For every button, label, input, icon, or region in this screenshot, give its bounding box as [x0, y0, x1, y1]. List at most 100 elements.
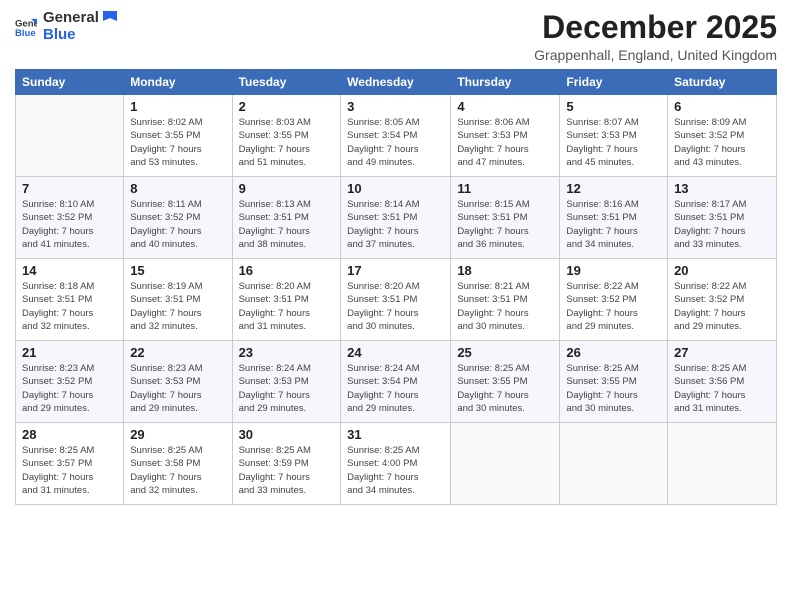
table-row [668, 423, 777, 505]
day-info: Sunrise: 8:03 AMSunset: 3:55 PMDaylight:… [239, 116, 335, 169]
calendar-table: Sunday Monday Tuesday Wednesday Thursday… [15, 69, 777, 505]
calendar-week-4: 21 Sunrise: 8:23 AMSunset: 3:52 PMDayligh… [16, 341, 777, 423]
day-number: 6 [674, 99, 770, 114]
day-number: 21 [22, 345, 117, 360]
table-row: 20 Sunrise: 8:22 AMSunset: 3:52 PMDayligh… [668, 259, 777, 341]
col-thursday: Thursday [451, 70, 560, 95]
day-info: Sunrise: 8:16 AMSunset: 3:51 PMDaylight:… [566, 198, 661, 251]
col-wednesday: Wednesday [341, 70, 451, 95]
logo: General Blue General Blue [15, 10, 119, 43]
day-info: Sunrise: 8:23 AMSunset: 3:52 PMDaylight:… [22, 362, 117, 415]
main-title: December 2025 [534, 10, 777, 45]
day-info: Sunrise: 8:14 AMSunset: 3:51 PMDaylight:… [347, 198, 444, 251]
day-info: Sunrise: 8:25 AMSunset: 3:57 PMDaylight:… [22, 444, 117, 497]
day-info: Sunrise: 8:21 AMSunset: 3:51 PMDaylight:… [457, 280, 553, 333]
table-row: 6 Sunrise: 8:09 AMSunset: 3:52 PMDaylight… [668, 95, 777, 177]
day-number: 18 [457, 263, 553, 278]
subtitle: Grappenhall, England, United Kingdom [534, 47, 777, 63]
day-info: Sunrise: 8:25 AMSunset: 3:56 PMDaylight:… [674, 362, 770, 415]
col-friday: Friday [560, 70, 668, 95]
table-row: 5 Sunrise: 8:07 AMSunset: 3:53 PMDaylight… [560, 95, 668, 177]
table-row: 23 Sunrise: 8:24 AMSunset: 3:53 PMDayligh… [232, 341, 341, 423]
logo-general-text: General [43, 10, 99, 27]
table-row [16, 95, 124, 177]
table-row: 4 Sunrise: 8:06 AMSunset: 3:53 PMDaylight… [451, 95, 560, 177]
day-info: Sunrise: 8:17 AMSunset: 3:51 PMDaylight:… [674, 198, 770, 251]
day-info: Sunrise: 8:23 AMSunset: 3:53 PMDaylight:… [130, 362, 225, 415]
day-number: 23 [239, 345, 335, 360]
day-number: 28 [22, 427, 117, 442]
day-number: 24 [347, 345, 444, 360]
day-number: 5 [566, 99, 661, 114]
day-number: 19 [566, 263, 661, 278]
day-number: 30 [239, 427, 335, 442]
day-number: 17 [347, 263, 444, 278]
table-row: 25Sunrise: 8:25 AMSunset: 3:55 PMDayligh… [451, 341, 560, 423]
table-row: 18 Sunrise: 8:21 AMSunset: 3:51 PMDayligh… [451, 259, 560, 341]
day-number: 25 [457, 345, 553, 360]
day-number: 20 [674, 263, 770, 278]
table-row: 8 Sunrise: 8:11 AMSunset: 3:52 PMDaylight… [124, 177, 232, 259]
table-row: 22 Sunrise: 8:23 AMSunset: 3:53 PMDayligh… [124, 341, 232, 423]
table-row: 15 Sunrise: 8:19 AMSunset: 3:51 PMDayligh… [124, 259, 232, 341]
table-row: 11 Sunrise: 8:15 AMSunset: 3:51 PMDayligh… [451, 177, 560, 259]
table-row: 14Sunrise: 8:18 AMSunset: 3:51 PMDayligh… [16, 259, 124, 341]
day-info: Sunrise: 8:20 AMSunset: 3:51 PMDaylight:… [239, 280, 335, 333]
day-number: 31 [347, 427, 444, 442]
calendar-header-row: Sunday Monday Tuesday Wednesday Thursday… [16, 70, 777, 95]
day-number: 2 [239, 99, 335, 114]
table-row: 3 Sunrise: 8:05 AMSunset: 3:54 PMDaylight… [341, 95, 451, 177]
day-number: 14 [22, 263, 117, 278]
day-number: 4 [457, 99, 553, 114]
calendar-week-5: 28 Sunrise: 8:25 AMSunset: 3:57 PMDayligh… [16, 423, 777, 505]
table-row: 17Sunrise: 8:20 AMSunset: 3:51 PMDayligh… [341, 259, 451, 341]
col-saturday: Saturday [668, 70, 777, 95]
day-info: Sunrise: 8:02 AMSunset: 3:55 PMDaylight:… [130, 116, 225, 169]
table-row: 9 Sunrise: 8:13 AMSunset: 3:51 PMDaylight… [232, 177, 341, 259]
generalblue-icon: General Blue [15, 16, 37, 38]
day-number: 16 [239, 263, 335, 278]
day-info: Sunrise: 8:07 AMSunset: 3:53 PMDaylight:… [566, 116, 661, 169]
day-info: Sunrise: 8:15 AMSunset: 3:51 PMDaylight:… [457, 198, 553, 251]
day-info: Sunrise: 8:25 AMSunset: 3:59 PMDaylight:… [239, 444, 335, 497]
table-row: 26Sunrise: 8:25 AMSunset: 3:55 PMDayligh… [560, 341, 668, 423]
day-number: 11 [457, 181, 553, 196]
table-row: 7Sunrise: 8:10 AMSunset: 3:52 PMDaylight… [16, 177, 124, 259]
table-row: 2 Sunrise: 8:03 AMSunset: 3:55 PMDaylight… [232, 95, 341, 177]
day-info: Sunrise: 8:22 AMSunset: 3:52 PMDaylight:… [566, 280, 661, 333]
day-info: Sunrise: 8:06 AMSunset: 3:53 PMDaylight:… [457, 116, 553, 169]
day-info: Sunrise: 8:05 AMSunset: 3:54 PMDaylight:… [347, 116, 444, 169]
table-row: 27 Sunrise: 8:25 AMSunset: 3:56 PMDayligh… [668, 341, 777, 423]
day-number: 9 [239, 181, 335, 196]
day-info: Sunrise: 8:19 AMSunset: 3:51 PMDaylight:… [130, 280, 225, 333]
day-info: Sunrise: 8:13 AMSunset: 3:51 PMDaylight:… [239, 198, 335, 251]
table-row: 24Sunrise: 8:24 AMSunset: 3:54 PMDayligh… [341, 341, 451, 423]
page: General Blue General Blue December 2025 … [0, 0, 792, 612]
table-row: 21 Sunrise: 8:23 AMSunset: 3:52 PMDayligh… [16, 341, 124, 423]
logo-blue-text: Blue [43, 27, 99, 44]
day-number: 22 [130, 345, 225, 360]
table-row: 29 Sunrise: 8:25 AMSunset: 3:58 PMDayligh… [124, 423, 232, 505]
col-monday: Monday [124, 70, 232, 95]
calendar-week-2: 7Sunrise: 8:10 AMSunset: 3:52 PMDaylight… [16, 177, 777, 259]
col-sunday: Sunday [16, 70, 124, 95]
table-row: 30 Sunrise: 8:25 AMSunset: 3:59 PMDayligh… [232, 423, 341, 505]
table-row: 28 Sunrise: 8:25 AMSunset: 3:57 PMDayligh… [16, 423, 124, 505]
flag-icon [101, 9, 119, 27]
day-number: 8 [130, 181, 225, 196]
table-row: 31Sunrise: 8:25 AMSunset: 4:00 PMDayligh… [341, 423, 451, 505]
day-info: Sunrise: 8:11 AMSunset: 3:52 PMDaylight:… [130, 198, 225, 251]
day-number: 7 [22, 181, 117, 196]
day-number: 29 [130, 427, 225, 442]
table-row: 16 Sunrise: 8:20 AMSunset: 3:51 PMDayligh… [232, 259, 341, 341]
header: General Blue General Blue December 2025 … [15, 10, 777, 63]
day-number: 27 [674, 345, 770, 360]
day-number: 3 [347, 99, 444, 114]
day-info: Sunrise: 8:25 AMSunset: 3:58 PMDaylight:… [130, 444, 225, 497]
day-info: Sunrise: 8:22 AMSunset: 3:52 PMDaylight:… [674, 280, 770, 333]
day-info: Sunrise: 8:24 AMSunset: 3:53 PMDaylight:… [239, 362, 335, 415]
day-number: 15 [130, 263, 225, 278]
day-info: Sunrise: 8:09 AMSunset: 3:52 PMDaylight:… [674, 116, 770, 169]
day-number: 12 [566, 181, 661, 196]
table-row [451, 423, 560, 505]
